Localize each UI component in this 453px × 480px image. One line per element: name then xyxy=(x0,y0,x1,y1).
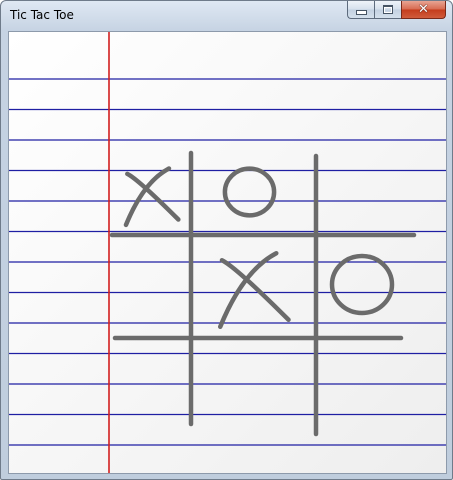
cell-0-1[interactable] xyxy=(191,153,316,235)
window-title: Tic Tac Toe xyxy=(10,8,74,22)
app-window: Tic Tac Toe ✕ xyxy=(0,0,453,480)
minimize-icon xyxy=(355,10,367,15)
cell-2-1[interactable] xyxy=(191,338,316,434)
notebook-paper xyxy=(9,32,446,473)
cell-2-0[interactable] xyxy=(112,338,191,434)
title-bar[interactable]: Tic Tac Toe ✕ xyxy=(1,1,452,31)
maximize-button[interactable] xyxy=(374,1,401,19)
close-icon: ✕ xyxy=(418,2,429,17)
game-canvas[interactable] xyxy=(8,31,447,474)
cell-0-2[interactable] xyxy=(316,153,416,235)
minimize-button[interactable] xyxy=(347,1,374,19)
cell-2-2[interactable] xyxy=(316,338,416,434)
close-button[interactable]: ✕ xyxy=(401,1,446,19)
cell-1-0[interactable] xyxy=(112,235,191,338)
caption-buttons: ✕ xyxy=(347,1,446,20)
maximize-icon xyxy=(383,5,393,14)
